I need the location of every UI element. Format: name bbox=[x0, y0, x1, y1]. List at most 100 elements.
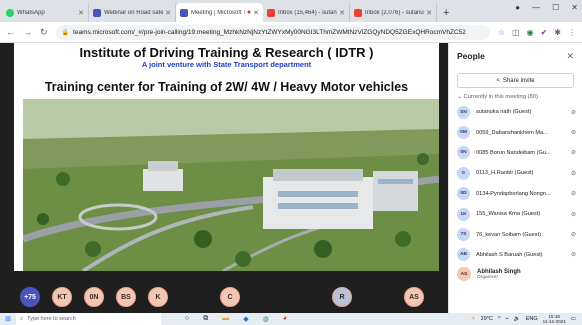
participant-row[interactable]: 1K 155_Wanisa Kma (Guest) ⊘ bbox=[449, 204, 582, 224]
tray-chevron-icon[interactable]: ^ bbox=[498, 316, 501, 322]
organizer-name: Abhilash Singh bbox=[477, 268, 521, 275]
avatar: SN bbox=[457, 105, 470, 119]
tab-title: Inbox (15,464) - sutanuk bbox=[278, 9, 338, 16]
tab-inbox-1[interactable]: Inbox (15,464) - sutanuk ✕ bbox=[263, 3, 350, 22]
url-input[interactable]: 🔒 teams.microsoft.com/_#/pre-join-callin… bbox=[55, 24, 490, 40]
mic-muted-icon: ⊘ bbox=[570, 232, 576, 239]
participant-name: Abhilash S Baruah (Guest) bbox=[476, 251, 543, 258]
close-icon[interactable]: ✕ bbox=[339, 9, 345, 17]
taskbar-apps: ○ ⧉ ▬ ◆ ◍ ◕ bbox=[185, 315, 287, 323]
close-icon[interactable]: ✕ bbox=[253, 9, 259, 17]
clock-date: 11-12-2021 bbox=[542, 319, 566, 324]
taskbar-search-input[interactable]: ⌕ Type here to search bbox=[16, 313, 161, 325]
participant-avatar[interactable]: BS bbox=[116, 287, 136, 307]
menu-icon[interactable]: ⋮ bbox=[568, 28, 576, 37]
tab-title: Webinar on Road safety - ( bbox=[104, 9, 164, 16]
file-explorer-icon[interactable]: ▬ bbox=[222, 315, 229, 323]
participant-row[interactable]: 7S 76_kevan Soibam (Guest) ⊘ bbox=[449, 224, 582, 244]
notifications-icon[interactable]: ▭ bbox=[571, 316, 576, 322]
edge-icon[interactable]: ◍ bbox=[263, 315, 269, 323]
participant-row[interactable]: AB Abhilash S Baruah (Guest) ⊘ bbox=[449, 245, 582, 265]
extension-icon[interactable]: ◉ bbox=[527, 28, 534, 37]
participant-avatar[interactable]: AS bbox=[404, 287, 424, 307]
tab-whatsapp[interactable]: WhatsApp ✕ bbox=[2, 3, 89, 22]
chevron-down-icon: ⌄ bbox=[457, 94, 462, 100]
people-title: People bbox=[457, 51, 485, 61]
avatar: AS bbox=[457, 267, 471, 282]
gmail-icon bbox=[354, 8, 362, 17]
task-view-icon[interactable]: ⧉ bbox=[203, 315, 208, 323]
window-close-icon[interactable]: ✕ bbox=[571, 3, 578, 12]
tab-inbox-2[interactable]: Inbox (2,076) - sutanuka ✕ bbox=[350, 3, 437, 22]
participant-row[interactable]: 0M 0059_Dabanshankhem Ma... ⊘ bbox=[449, 122, 582, 142]
back-icon[interactable]: ← bbox=[6, 27, 15, 37]
extension-icon[interactable]: ◫ bbox=[512, 28, 520, 37]
organizer-role: Organizer bbox=[477, 274, 499, 280]
new-tab-icon[interactable]: + bbox=[443, 7, 449, 19]
forward-icon[interactable]: → bbox=[23, 27, 32, 37]
tab-title: Inbox (2,076) - sutanuka bbox=[365, 9, 425, 16]
close-icon[interactable]: ✕ bbox=[165, 9, 171, 17]
people-panel: People ✕ < Share invite ⌄ Currently in t… bbox=[448, 43, 582, 313]
recording-icon: ● bbox=[246, 9, 252, 16]
window-controls: ● — ☐ ✕ bbox=[515, 3, 578, 12]
campus-aerial-image bbox=[23, 99, 439, 271]
organizer-text: Abhilash Singh Organizer bbox=[477, 269, 521, 280]
share-invite-label: Share invite bbox=[502, 77, 535, 84]
address-bar-row: ← → ↻ 🔒 teams.microsoft.com/_#/pre-join-… bbox=[0, 22, 582, 43]
close-icon[interactable]: ✕ bbox=[566, 51, 574, 62]
avatar: AB bbox=[457, 248, 470, 262]
weather-icon[interactable]: ☀ bbox=[471, 316, 476, 322]
extension-icon[interactable]: ✔ bbox=[541, 28, 548, 37]
puzzle-icon[interactable]: ✱ bbox=[554, 28, 561, 37]
reload-icon[interactable]: ↻ bbox=[40, 27, 48, 38]
avatar: 1K bbox=[457, 207, 470, 221]
chrome-icon[interactable]: ◕ bbox=[283, 315, 287, 323]
participant-row[interactable]: SN sutanuka nath (Guest) ⊘ bbox=[449, 102, 582, 122]
people-panel-header: People ✕ bbox=[449, 43, 582, 69]
close-icon[interactable]: ✕ bbox=[426, 9, 432, 17]
weather-temp: 29°C bbox=[480, 316, 493, 322]
volume-icon[interactable]: 🔈 bbox=[514, 316, 521, 322]
participant-avatar[interactable]: R bbox=[332, 287, 352, 307]
clock[interactable]: 15:16 11-12-2021 bbox=[543, 314, 566, 324]
current-meeting-section-label[interactable]: ⌄ Currently in this meeting (80) bbox=[449, 88, 582, 102]
participant-row[interactable]: 0 0113_H.Ranbir (Guest) ⊘ bbox=[449, 163, 582, 183]
avatar: 0M bbox=[457, 126, 470, 140]
participant-row[interactable]: 0N 0085 Borun Nandeibam (Gu... ⊘ bbox=[449, 143, 582, 163]
participant-avatar[interactable]: KT bbox=[52, 287, 72, 307]
close-icon[interactable]: ✕ bbox=[78, 9, 84, 17]
windows-start-icon[interactable]: ⊞ bbox=[0, 315, 16, 323]
avatar: 0 bbox=[457, 166, 470, 180]
participant-avatar[interactable]: 0N bbox=[84, 287, 104, 307]
more-participants-button[interactable]: +75 bbox=[20, 287, 40, 307]
teams-icon bbox=[93, 8, 101, 17]
profile-icon[interactable]: ● bbox=[515, 3, 520, 12]
mic-muted-icon: ⊘ bbox=[570, 130, 576, 137]
windows-taskbar: ⊞ ⌕ Type here to search ○ ⧉ ▬ ◆ ◍ ◕ ☀ 29… bbox=[0, 313, 582, 325]
browser-tab-strip: WhatsApp ✕ Webinar on Road safety - ( ✕ … bbox=[0, 0, 582, 22]
cortana-icon[interactable]: ○ bbox=[185, 315, 189, 323]
tab-meeting[interactable]: Meeting | Microsoft T ● ✕ bbox=[176, 3, 263, 22]
network-icon[interactable]: ⌁ bbox=[506, 316, 509, 322]
participant-name: 0134-Pyndapborlang Nongn... bbox=[476, 190, 551, 197]
participant-row[interactable]: 0D 0134-Pyndapborlang Nongn... ⊘ bbox=[449, 184, 582, 204]
store-icon[interactable]: ◆ bbox=[243, 315, 248, 323]
tab-webinar[interactable]: Webinar on Road safety - ( ✕ bbox=[89, 3, 176, 22]
url-text: teams.microsoft.com/_#/pre-join-calling/… bbox=[73, 28, 466, 36]
maximize-icon[interactable]: ☐ bbox=[552, 3, 559, 12]
participant-avatar[interactable]: C bbox=[220, 287, 240, 307]
slide-subtitle: A joint venture with State Transport dep… bbox=[141, 60, 312, 69]
minimize-icon[interactable]: — bbox=[532, 3, 540, 12]
language-indicator[interactable]: ENG bbox=[526, 316, 538, 322]
mic-muted-icon: ⊘ bbox=[570, 109, 576, 116]
participant-name: 0113_H.Ranbir (Guest) bbox=[476, 170, 534, 177]
organizer-row[interactable]: AS Abhilash Singh Organizer bbox=[449, 265, 582, 282]
search-placeholder: Type here to search bbox=[27, 316, 76, 322]
mic-muted-icon: ⊘ bbox=[570, 191, 576, 198]
gmail-icon bbox=[267, 8, 275, 17]
bookmark-icon[interactable]: ☆ bbox=[498, 28, 505, 37]
share-invite-button[interactable]: < Share invite bbox=[457, 73, 574, 88]
participant-name: 0059_Dabanshankhem Ma... bbox=[476, 129, 548, 136]
participant-avatar[interactable]: K bbox=[148, 287, 168, 307]
